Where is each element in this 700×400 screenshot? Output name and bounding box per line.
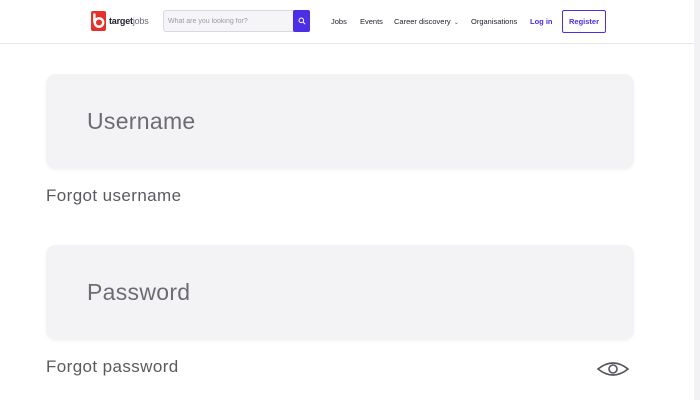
password-field-container bbox=[46, 245, 634, 340]
nav-career-label: Career discovery bbox=[394, 17, 451, 26]
nav-career-discovery[interactable]: Career discovery ⌄ bbox=[394, 17, 459, 26]
targetjobs-logo[interactable]: targetjobs bbox=[91, 11, 149, 31]
forgot-password-link[interactable]: Forgot password bbox=[46, 357, 179, 377]
username-input[interactable] bbox=[46, 74, 634, 169]
register-button[interactable]: Register bbox=[562, 10, 606, 33]
login-link[interactable]: Log in bbox=[530, 17, 553, 26]
search-input[interactable] bbox=[164, 11, 292, 31]
search-icon bbox=[298, 17, 306, 25]
scrollbar[interactable] bbox=[694, 0, 700, 400]
eye-icon[interactable] bbox=[596, 360, 630, 378]
nav-organisations[interactable]: Organisations bbox=[471, 17, 517, 26]
password-input[interactable] bbox=[46, 245, 634, 340]
forgot-username-link[interactable]: Forgot username bbox=[46, 186, 181, 206]
nav-events[interactable]: Events bbox=[360, 17, 383, 26]
search-button[interactable] bbox=[293, 10, 310, 32]
chevron-down-icon: ⌄ bbox=[453, 20, 459, 26]
logo-mark-icon bbox=[91, 11, 106, 31]
logo-text: targetjobs bbox=[109, 16, 149, 26]
nav-jobs[interactable]: Jobs bbox=[331, 17, 347, 26]
top-nav-bar: targetjobs Jobs Events Career discovery⌄… bbox=[0, 0, 700, 44]
username-field-container bbox=[46, 74, 634, 169]
search-box bbox=[163, 10, 310, 32]
